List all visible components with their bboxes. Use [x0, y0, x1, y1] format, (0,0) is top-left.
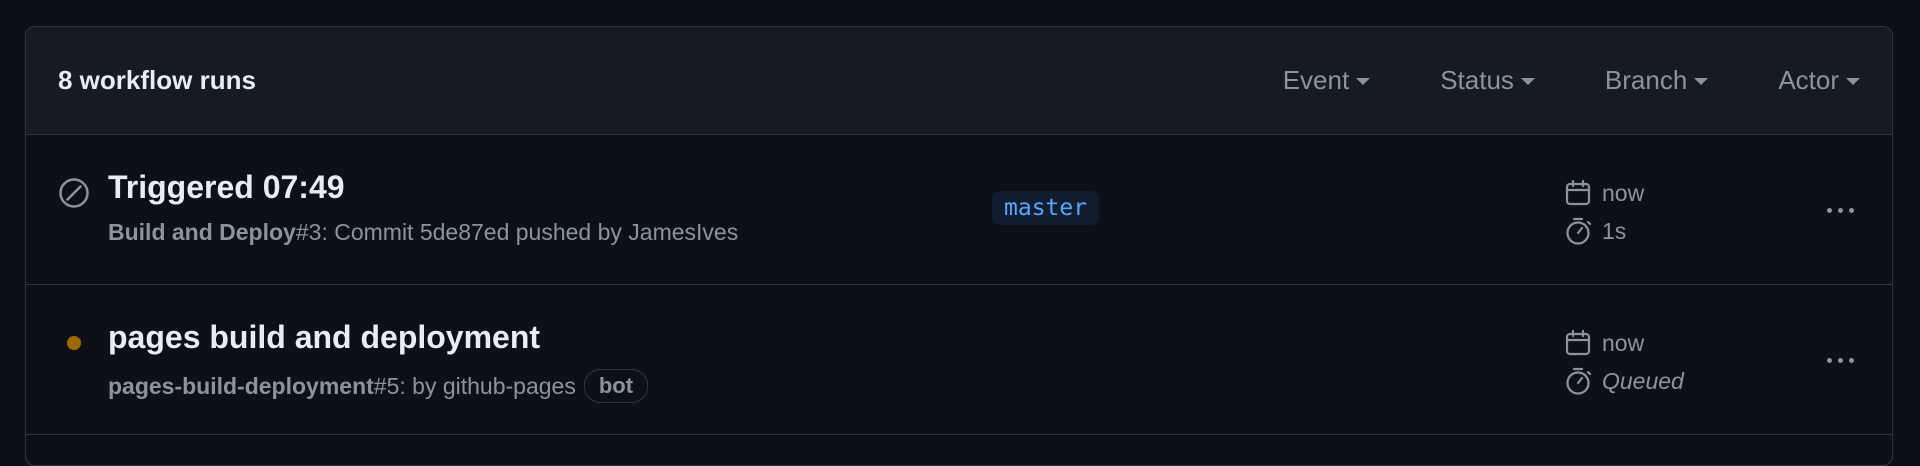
more-options-button[interactable]	[1816, 195, 1864, 225]
run-detail: : by github-pages	[399, 372, 576, 399]
workflow-name: Build and Deploy	[108, 219, 296, 245]
cancelled-status-icon	[59, 178, 89, 208]
run-meta: Build and Deploy #3 : Commit 5de87ed pus…	[108, 219, 738, 246]
run-time: now	[1602, 329, 1645, 356]
caret-down-icon	[1694, 78, 1709, 85]
run-duration: Queued	[1602, 367, 1684, 394]
event-filter-label: Event	[1282, 65, 1350, 95]
queued-status-icon	[67, 336, 81, 350]
event-filter-dropdown[interactable]: Event	[1283, 65, 1371, 96]
branch-filter-dropdown[interactable]: Branch	[1604, 65, 1709, 96]
bot-badge: bot	[583, 369, 649, 403]
kebab-dot	[1848, 357, 1854, 363]
kebab-dot	[1826, 357, 1832, 363]
status-filter-label: Status	[1440, 65, 1514, 95]
kebab-dot	[1826, 207, 1832, 213]
run-number: #3	[295, 219, 322, 245]
caret-down-icon	[1356, 78, 1371, 85]
stopwatch-icon	[1566, 217, 1592, 245]
run-time: now	[1602, 179, 1645, 206]
caret-down-icon	[1846, 78, 1860, 85]
more-options-button[interactable]	[1816, 345, 1864, 375]
run-number: #5	[373, 372, 400, 399]
branch-filter-label: Branch	[1604, 65, 1688, 95]
branch-tag[interactable]: master	[992, 191, 1100, 225]
run-title[interactable]: Triggered 07:49	[108, 169, 345, 206]
kebab-dot	[1848, 207, 1854, 213]
run-timing: now Queued	[1564, 325, 1684, 401]
calendar-icon	[1565, 179, 1591, 206]
actor-filter-label: Actor	[1778, 65, 1839, 95]
kebab-dot	[1837, 357, 1843, 363]
workflow-run-row[interactable]: pages build and deployment pages-build-d…	[26, 285, 1892, 435]
run-detail: : Commit 5de87ed pushed by JamesIves	[321, 219, 739, 245]
caret-down-icon	[1520, 78, 1535, 85]
calendar-icon	[1565, 329, 1591, 356]
run-duration: 1s	[1602, 217, 1627, 244]
workflow-runs-header: 8 workflow runs Event Status Branch Acto…	[26, 27, 1892, 135]
kebab-dot	[1837, 207, 1843, 213]
stopwatch-icon	[1566, 367, 1592, 395]
run-timing: now 1s	[1564, 175, 1644, 251]
run-count: 8 workflow runs	[58, 65, 256, 95]
run-title[interactable]: pages build and deployment	[108, 319, 540, 356]
filter-bar: Event Status Branch Actor	[1283, 65, 1860, 96]
workflow-run-row[interactable]: Triggered 07:49 Build and Deploy #3 : Co…	[26, 135, 1892, 285]
workflow-name: pages-build-deployment	[108, 372, 374, 399]
status-filter-dropdown[interactable]: Status	[1440, 65, 1535, 96]
workflow-runs-panel: 8 workflow runs Event Status Branch Acto…	[25, 26, 1893, 466]
actor-filter-dropdown[interactable]: Actor	[1778, 65, 1860, 96]
run-meta: pages-build-deployment #5 : by github-pa…	[108, 369, 649, 403]
